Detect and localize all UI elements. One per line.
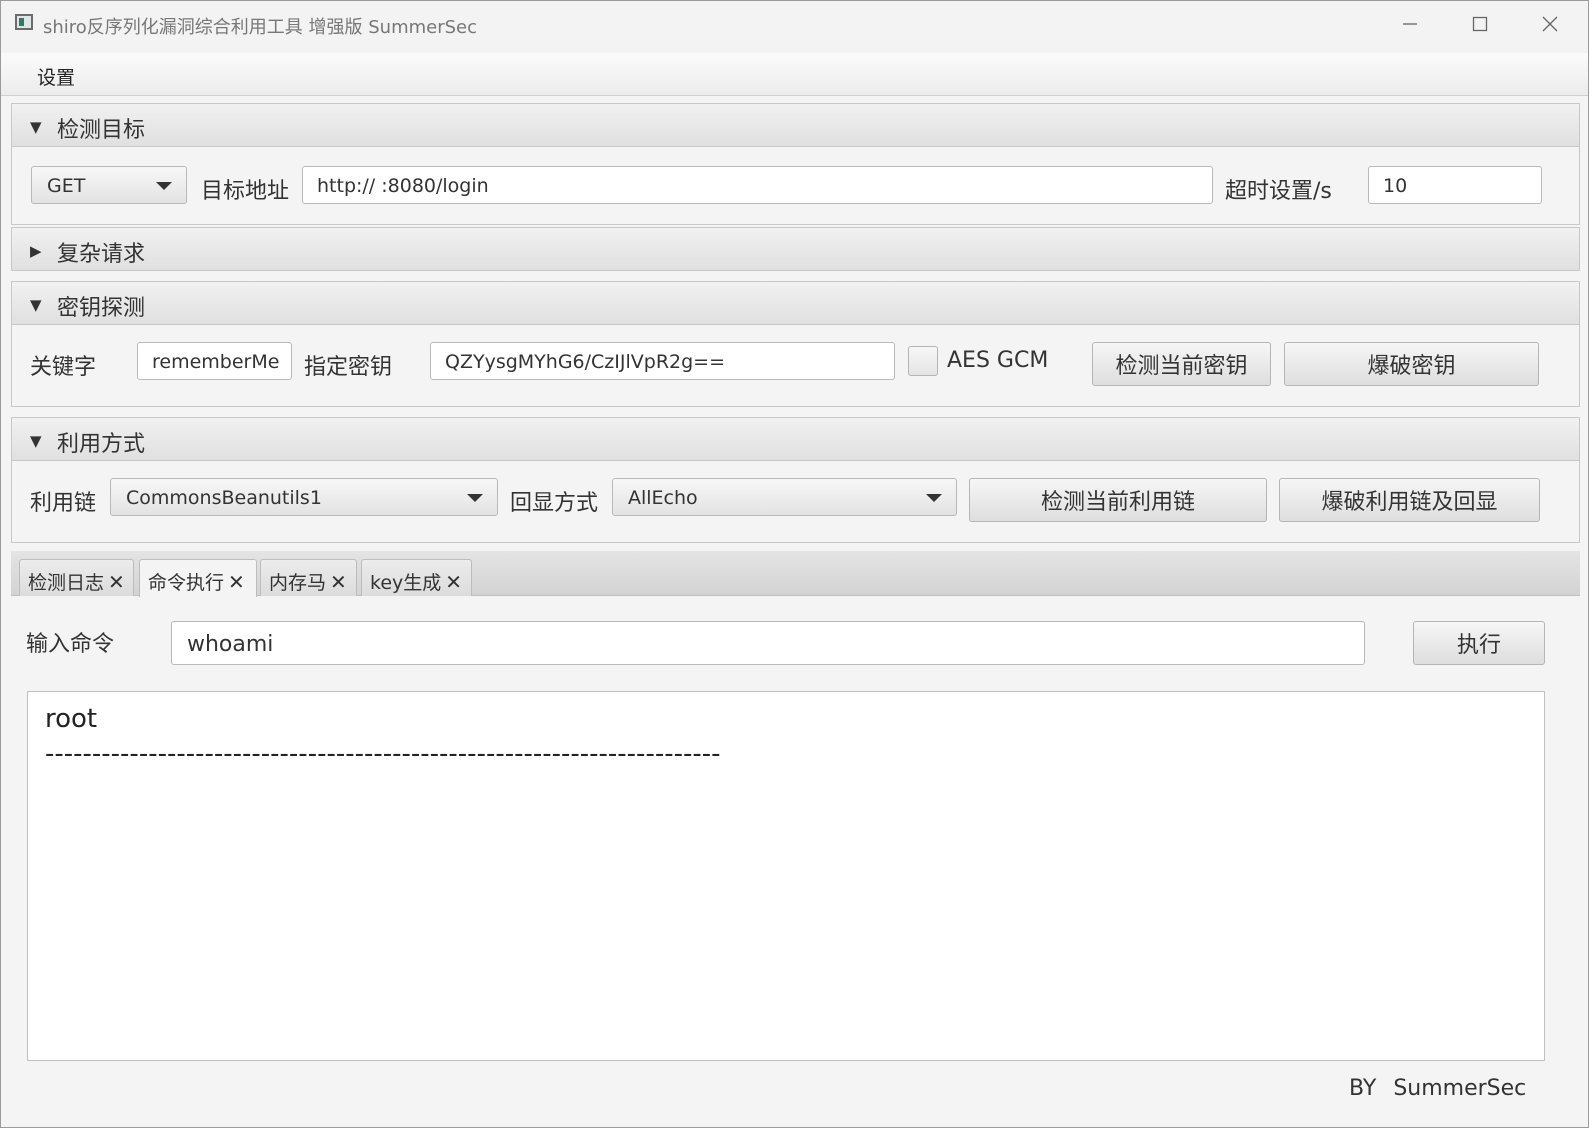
tab-close-icon[interactable]: ✕ [330,570,347,594]
tab-label: 内存马 [269,572,327,594]
brute-key-button[interactable]: 爆破密钥 [1284,342,1539,386]
expanded-arrow-icon: ▼ [30,432,42,450]
window-title: shiro反序列化漏洞综合利用工具 增强版 SummerSec [43,17,478,38]
echo-label: 回显方式 [510,491,599,516]
tab-key-gen[interactable]: key生成 ✕ [361,559,472,596]
footer-credit: BY SummerSec [1349,1076,1527,1101]
tab-label: 检测日志 [28,572,105,594]
command-label: 输入命令 [26,632,115,657]
url-input[interactable]: http:// :8080/login [302,166,1213,204]
detect-chain-button[interactable]: 检测当前利用链 [969,478,1267,522]
url-label: 目标地址 [201,179,290,204]
tab-close-icon[interactable]: ✕ [445,570,462,594]
expanded-arrow-icon: ▼ [30,296,42,314]
title-bar: shiro反序列化漏洞综合利用工具 增强版 SummerSec [1,1,1588,53]
section-target-header[interactable]: ▼ 检测目标 [11,103,1580,147]
section-exploit-header[interactable]: ▼ 利用方式 [11,417,1580,461]
section-key-title: 密钥探测 [57,296,146,321]
tab-label: 命令执行 [148,572,225,594]
keyword-input[interactable]: rememberMe [137,342,292,380]
section-key-header[interactable]: ▼ 密钥探测 [11,281,1580,325]
aes-gcm-label: AES GCM [947,348,1049,373]
section-complex-header[interactable]: ▶ 复杂请求 [11,227,1580,271]
app-icon [15,14,33,30]
minimize-button[interactable] [1375,1,1445,47]
timeout-label: 超时设置/s [1225,179,1332,204]
maximize-button[interactable] [1445,1,1515,47]
brute-chain-button[interactable]: 爆破利用链及回显 [1279,478,1540,522]
menu-bar: 设置 [1,53,1588,96]
close-icon [1542,16,1558,32]
tab-label: key生成 [370,572,442,594]
key-input[interactable]: QZYysgMYhG6/CzIJlVpR2g== [430,342,895,380]
app-window: shiro反序列化漏洞综合利用工具 增强版 SummerSec 设置 ▼ 检测目… [0,0,1589,1128]
minimize-icon [1403,23,1417,25]
chain-label: 利用链 [30,491,97,516]
method-value: GET [47,175,86,197]
output-separator: ----------------------------------------… [45,739,721,769]
keyword-label: 关键字 [30,355,97,380]
collapsed-arrow-icon: ▶ [30,242,42,260]
output-line: root [45,704,98,734]
tab-close-icon[interactable]: ✕ [228,570,245,594]
dropdown-caret-icon [467,494,483,502]
section-exploit-body: 利用链 CommonsBeanutils1 回显方式 AllEcho 检测当前利… [11,461,1580,543]
section-exploit-title: 利用方式 [57,432,146,457]
tab-strip: 检测日志 ✕ 命令执行 ✕ 内存马 ✕ key生成 ✕ [11,551,1580,597]
tab-command-exec[interactable]: 命令执行 ✕ [139,559,257,597]
section-target-body: GET 目标地址 http:// :8080/login 超时设置/s 10 [11,147,1580,225]
dropdown-caret-icon [156,182,172,190]
tab-memshell[interactable]: 内存马 ✕ [260,559,357,596]
section-complex-title: 复杂请求 [57,242,146,267]
chain-select[interactable]: CommonsBeanutils1 [110,478,498,516]
section-target-title: 检测目标 [57,118,146,143]
echo-select[interactable]: AllEcho [612,478,957,516]
key-label: 指定密钥 [304,355,393,380]
command-input[interactable]: whoami [171,621,1365,665]
timeout-input[interactable]: 10 [1368,166,1542,204]
aes-gcm-checkbox[interactable] [908,346,938,376]
tab-detect-log[interactable]: 检测日志 ✕ [19,559,134,596]
section-key-body: 关键字 rememberMe 指定密钥 QZYysgMYhG6/CzIJlVpR… [11,325,1580,407]
dropdown-caret-icon [926,494,942,502]
execute-button[interactable]: 执行 [1413,621,1545,665]
tab-close-icon[interactable]: ✕ [108,570,125,594]
menu-settings[interactable]: 设置 [37,63,75,90]
close-button[interactable] [1515,1,1585,47]
expanded-arrow-icon: ▼ [30,118,42,136]
echo-value: AllEcho [628,487,698,509]
method-select[interactable]: GET [31,166,187,204]
maximize-icon [1472,16,1488,32]
chain-value: CommonsBeanutils1 [126,487,322,509]
detect-key-button[interactable]: 检测当前密钥 [1092,342,1271,386]
command-output[interactable]: root -----------------------------------… [27,691,1545,1061]
